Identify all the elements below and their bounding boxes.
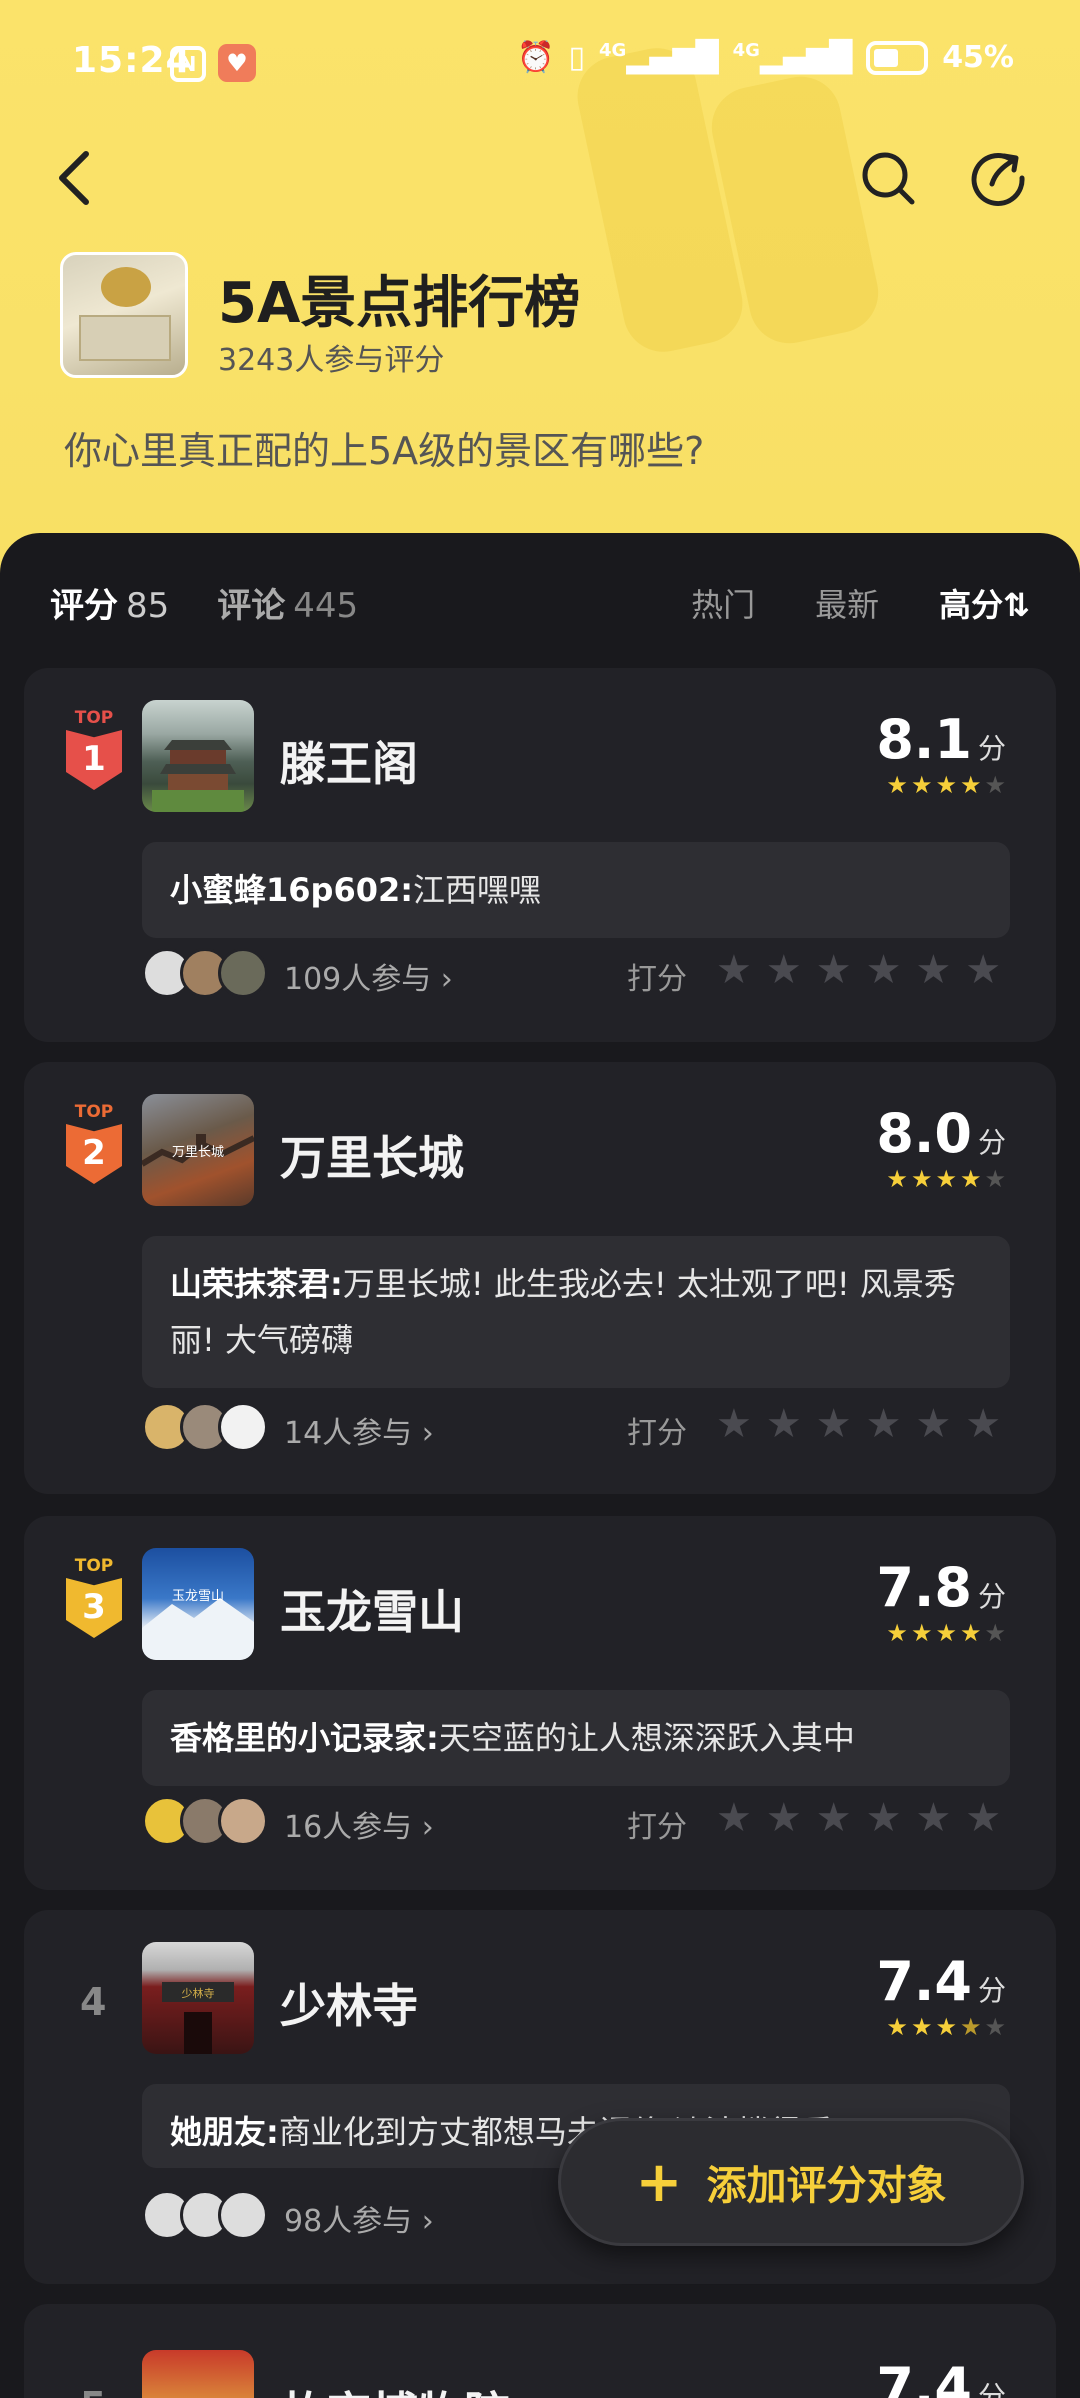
participant-avatars xyxy=(142,2190,268,2240)
participant-count: 3243人参与评分 xyxy=(218,343,445,378)
spot-thumbnail: 少林寺 xyxy=(142,1942,254,2054)
spot-thumbnail: 万里长城 xyxy=(142,1094,254,1206)
ranking-card[interactable]: 5 故宫博物院 7.4分 xyxy=(24,2304,1056,2398)
spot-name: 万里长城 xyxy=(280,1131,464,1185)
spot-score: 7.4 分 xyxy=(876,2356,1006,2398)
spot-name: 故宫博物院 xyxy=(280,2378,510,2398)
content-tabs: 评分 85 评论 445 xyxy=(50,578,358,627)
spot-thumbnail xyxy=(142,2350,254,2398)
rate-label: 打分 xyxy=(627,1810,687,1845)
participant-avatars xyxy=(142,1796,268,1846)
participants-link[interactable]: 14人参与 › xyxy=(284,1408,434,1452)
top-comment[interactable]: 香格里的小记录家:天空蓝的让人想深深跃入其中 xyxy=(142,1690,1010,1786)
sort-latest[interactable]: 最新 xyxy=(815,580,879,626)
rate-label: 打分 xyxy=(627,962,687,997)
tab-ratings[interactable]: 评分 xyxy=(50,578,118,627)
add-rating-object-button[interactable]: + 添加评分对象 xyxy=(558,2118,1024,2246)
ranking-cover-image xyxy=(60,252,188,378)
rank-badge: TOP 2 xyxy=(66,1102,122,1184)
sort-high-score[interactable]: 高分⇅ xyxy=(939,580,1030,626)
add-rating-object-label: 添加评分对象 xyxy=(706,2163,947,2209)
alarm-icon: ⏰ xyxy=(517,40,555,75)
rank-badge: TOP 3 xyxy=(66,1556,122,1638)
tab-comments[interactable]: 评论 xyxy=(217,578,285,627)
page-header: 15:24 N ♥ ⏰ ▯ 4G▂▄▆█ 4G▂▄▆█ 45% 5A景点排行榜 … xyxy=(0,0,1080,600)
rate-label: 打分 xyxy=(627,1416,687,1451)
nfc-icon: N xyxy=(170,46,206,82)
page-title: 5A景点排行榜 xyxy=(218,271,581,336)
score-stars: ★ ★ ★ ★ ★ xyxy=(886,771,1006,799)
tab-comments-count: 445 xyxy=(293,586,359,626)
rank-number: 5 xyxy=(80,2384,106,2398)
score-stars: ★ ★ ★ ★ ★ xyxy=(886,2013,1006,2041)
participant-avatars xyxy=(142,948,268,998)
sort-options: 热门 最新 高分⇅ xyxy=(691,580,1030,626)
ranking-question: 你心里真正配的上5A级的景区有哪些? xyxy=(64,429,705,473)
spot-score: 8.0 分 ★ ★ ★ ★ ★ xyxy=(876,1102,1006,1193)
ranking-card[interactable]: TOP 1 滕王阁 8.1 分 ★ ★ ★ ★ ★ 小蜜蜂16p602:江西嘿嘿 109人… xyxy=(24,668,1056,1042)
tab-ratings-count: 85 xyxy=(126,586,170,626)
svg-text:少林寺: 少林寺 xyxy=(182,1986,215,2000)
signal-icon-1: 4G▂▄▆█ xyxy=(598,40,719,75)
rank-badge: TOP 1 xyxy=(66,708,122,790)
top-comment[interactable]: 小蜜蜂16p602:江西嘿嘿 xyxy=(142,842,1010,938)
back-arrow-icon[interactable] xyxy=(50,148,100,208)
rate-stars[interactable]: ★ ★ ★ ★ ★ ★ xyxy=(716,1404,1001,1444)
spot-name: 少林寺 xyxy=(280,1979,418,2033)
status-icons: ⏰ ▯ 4G▂▄▆█ 4G▂▄▆█ 45% xyxy=(517,40,1014,75)
spot-score: 7.8 分 ★ ★ ★ ★ ★ xyxy=(876,1556,1006,1647)
svg-text:万里长城: 万里长城 xyxy=(172,1145,224,1160)
ranking-card[interactable]: TOP 2 万里长城 万里长城 8.0 分 ★ ★ ★ ★ ★ 山荣抹茶君:万里长城! 此… xyxy=(24,1062,1056,1494)
signal-icon-2: 4G▂▄▆█ xyxy=(732,40,853,75)
rank-number: 4 xyxy=(80,1980,107,2024)
spot-thumbnail xyxy=(142,700,254,812)
participants-link[interactable]: 98人参与 › xyxy=(284,2196,434,2240)
score-stars: ★ ★ ★ ★ ★ xyxy=(886,1165,1006,1193)
svg-text:玉龙雪山: 玉龙雪山 xyxy=(172,1589,224,1604)
sort-hot[interactable]: 热门 xyxy=(691,580,755,626)
participant-avatars xyxy=(142,1402,268,1452)
health-app-icon: ♥ xyxy=(218,44,256,82)
ranking-card[interactable]: TOP 3 玉龙雪山 玉龙雪山 7.8 分 ★ ★ ★ ★ ★ 香格里的小记录家:天空蓝的… xyxy=(24,1516,1056,1890)
spot-score: 7.4 分 ★ ★ ★ ★ ★ xyxy=(876,1950,1006,2041)
score-stars: ★ ★ ★ ★ ★ xyxy=(886,1619,1006,1647)
rate-stars[interactable]: ★ ★ ★ ★ ★ ★ xyxy=(716,950,1001,990)
plus-icon: + xyxy=(635,2149,683,2215)
spot-name: 玉龙雪山 xyxy=(280,1585,464,1639)
status-bar: 15:24 N ♥ ⏰ ▯ 4G▂▄▆█ 4G▂▄▆█ 45% xyxy=(0,40,1080,90)
spot-thumbnail: 玉龙雪山 xyxy=(142,1548,254,1660)
vibrate-icon: ▯ xyxy=(568,40,585,75)
participants-link[interactable]: 109人参与 › xyxy=(284,954,453,998)
participants-link[interactable]: 16人参与 › xyxy=(284,1802,434,1846)
spot-score: 8.1 分 ★ ★ ★ ★ ★ xyxy=(876,708,1006,799)
rate-stars[interactable]: ★ ★ ★ ★ ★ ★ xyxy=(716,1798,1001,1838)
spot-name: 滕王阁 xyxy=(280,737,418,791)
search-icon[interactable] xyxy=(860,150,916,206)
battery-icon xyxy=(866,40,929,75)
battery-level: 45% xyxy=(942,40,1014,75)
share-icon[interactable] xyxy=(968,148,1028,208)
top-comment[interactable]: 山荣抹茶君:万里长城! 此生我必去! 太壮观了吧! 风景秀丽! 大气磅礴 xyxy=(142,1236,1010,1388)
